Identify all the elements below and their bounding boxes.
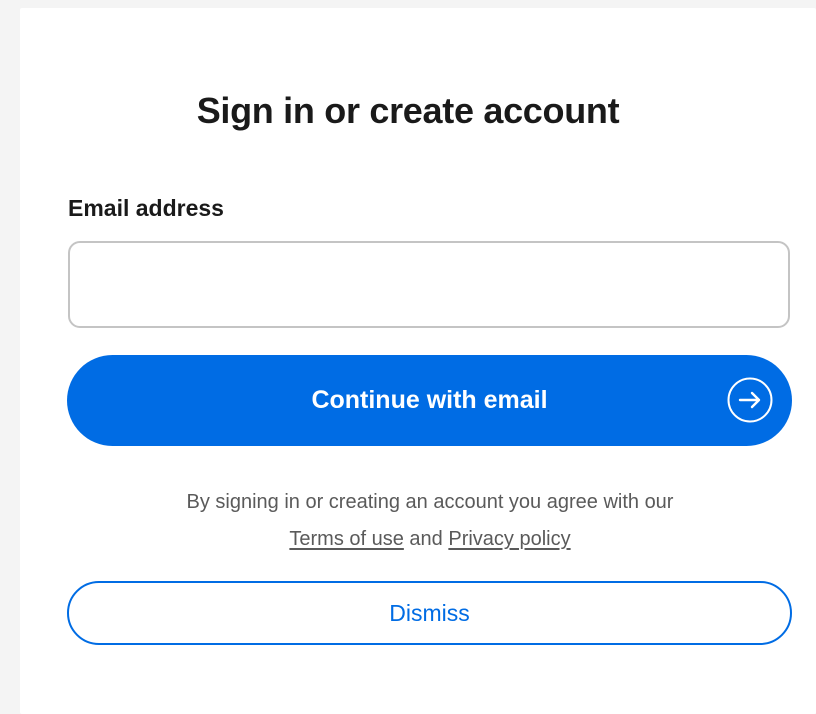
legal-notice: By signing in or creating an account you… (0, 484, 816, 558)
page-title: Sign in or create account (196, 90, 620, 131)
email-field[interactable] (68, 241, 790, 328)
privacy-policy-link[interactable]: Privacy policy (448, 528, 570, 550)
legal-text: By signing in or creating an account you… (186, 491, 674, 513)
terms-of-use-link[interactable]: Terms of use (289, 528, 403, 550)
dismiss-button[interactable]: Dismiss (67, 581, 792, 645)
continue-with-email-button[interactable]: Continue with email (67, 355, 792, 446)
legal-conjunction: and (409, 528, 443, 550)
arrow-right-circle-icon (727, 377, 773, 423)
email-label: Email address (68, 195, 224, 221)
continue-button-label: Continue with email (311, 386, 548, 414)
